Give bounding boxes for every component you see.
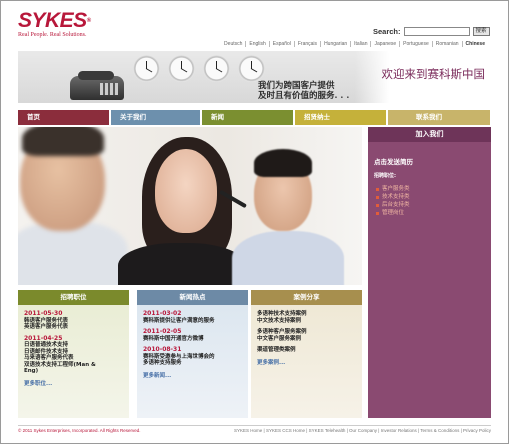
main-nav: 首页 关于我们 新闻 招贤纳士 联系我们 bbox=[18, 110, 491, 125]
language-link-active[interactable]: Chinese bbox=[461, 41, 488, 47]
nav-home[interactable]: 首页 bbox=[18, 110, 109, 125]
language-link[interactable]: Hungarian bbox=[320, 41, 350, 47]
header-banner: 我们为跨国客户提供 及时且有价值的服务. . . 欢迎来到赛科斯中国 bbox=[18, 51, 491, 103]
more-cases-link[interactable]: 更多案例... bbox=[257, 360, 362, 367]
nav-about[interactable]: 关于我们 bbox=[111, 110, 200, 125]
news-box-title: 新闻热点 bbox=[137, 290, 248, 305]
clock-icon bbox=[168, 55, 195, 82]
more-jobs-link[interactable]: 更多职位... bbox=[24, 381, 129, 388]
more-news-link[interactable]: 更多新闻... bbox=[143, 373, 248, 380]
language-link[interactable]: Japanese bbox=[370, 41, 399, 47]
footer: © 2011 Sykes Enterprises, Incorporated. … bbox=[18, 425, 491, 435]
nav-news[interactable]: 新闻 bbox=[202, 110, 293, 125]
nav-contact[interactable]: 联系我们 bbox=[388, 110, 490, 125]
jobs-box: 招聘职位 2011-05-30 韩语客户服务代表 英语客户服务代表 2011-0… bbox=[18, 290, 129, 418]
join-us-title: 加入我们 bbox=[368, 127, 491, 142]
search-button[interactable]: 搜索 bbox=[472, 26, 490, 36]
language-link[interactable]: Portuguese bbox=[399, 41, 432, 47]
position-link[interactable]: 管理岗位 bbox=[376, 209, 491, 217]
position-link[interactable]: 技术支持类 bbox=[376, 193, 491, 201]
welcome-text: 欢迎来到赛科斯中国 bbox=[381, 67, 486, 81]
telephone-image bbox=[70, 71, 124, 100]
world-clocks-image bbox=[133, 55, 265, 82]
jobs-box-title: 招聘职位 bbox=[18, 290, 129, 305]
registered-mark: ® bbox=[86, 18, 91, 24]
agent-2-head bbox=[155, 149, 217, 233]
welcome-panel: 欢迎来到赛科斯中国 bbox=[355, 51, 491, 103]
cases-box-title: 案例分享 bbox=[251, 290, 362, 305]
agent-1-hair bbox=[22, 127, 104, 156]
language-link[interactable]: Romanian bbox=[431, 41, 462, 47]
agent-1-body bbox=[18, 222, 128, 285]
position-link[interactable]: 客户服务类 bbox=[376, 185, 491, 193]
agent-2-body bbox=[118, 243, 246, 285]
sykes-logo[interactable]: SYKES® Real People. Real Solutions. bbox=[18, 9, 91, 38]
search-bar: Search: 搜索 bbox=[373, 25, 490, 37]
banner-tagline: 我们为跨国客户提供 及时且有价值的服务. . . bbox=[258, 81, 349, 101]
send-resume-link[interactable]: 点击发送简历 bbox=[374, 156, 491, 166]
join-us-panel: 加入我们 点击发送简历 招聘职位: 客户服务类 技术支持类 后台支持类 管理岗位 bbox=[368, 127, 491, 418]
language-link[interactable]: Italian bbox=[350, 41, 370, 47]
language-bar: Deutsch English Español Français Hungari… bbox=[221, 41, 488, 47]
language-link[interactable]: English bbox=[245, 41, 268, 47]
position-link[interactable]: 后台支持类 bbox=[376, 201, 491, 209]
position-list: 客户服务类 技术支持类 后台支持类 管理岗位 bbox=[376, 185, 491, 217]
cases-box: 案例分享 多语种技术支持案例 中文技术支持案例 多语种客户服务案例 中文客户服务… bbox=[251, 290, 362, 418]
nav-careers[interactable]: 招贤纳士 bbox=[295, 110, 386, 125]
logo-tagline: Real People. Real Solutions. bbox=[18, 32, 87, 38]
language-link[interactable]: Español bbox=[268, 41, 294, 47]
footer-links[interactable]: SYKES Home | SYKES CCS Home | SYKES Tele… bbox=[234, 426, 491, 436]
page-frame: SYKES® Real People. Real Solutions. Sear… bbox=[0, 0, 509, 444]
clock-icon bbox=[203, 55, 230, 82]
banner-tagline-line2: 及时且有价值的服务. . . bbox=[258, 91, 350, 101]
agent-3-body bbox=[232, 231, 344, 285]
logo-wordmark: SYKES bbox=[18, 9, 87, 32]
language-link[interactable]: Deutsch bbox=[221, 41, 245, 47]
search-input[interactable] bbox=[403, 26, 470, 36]
news-link[interactable]: 多语种支持服务 bbox=[143, 360, 248, 367]
copyright: © 2011 Sykes Enterprises, Incorporated. … bbox=[18, 428, 141, 433]
news-box: 新闻热点 2011-03-02 赛科斯提供让客户满意的服务 2011-02-05… bbox=[137, 290, 248, 418]
clock-icon bbox=[238, 55, 265, 82]
language-link[interactable]: Français bbox=[293, 41, 320, 47]
agent-3-hair bbox=[254, 149, 312, 177]
job-link[interactable]: Eng) bbox=[24, 368, 129, 375]
hero-photo bbox=[18, 127, 362, 285]
positions-label: 招聘职位: bbox=[374, 173, 396, 179]
case-link[interactable]: 渠道管理类案例 bbox=[257, 347, 362, 354]
banner-tagline-line1: 我们为跨国客户提供 bbox=[258, 81, 335, 91]
search-label: Search: bbox=[373, 26, 401, 36]
clock-icon bbox=[133, 55, 160, 82]
